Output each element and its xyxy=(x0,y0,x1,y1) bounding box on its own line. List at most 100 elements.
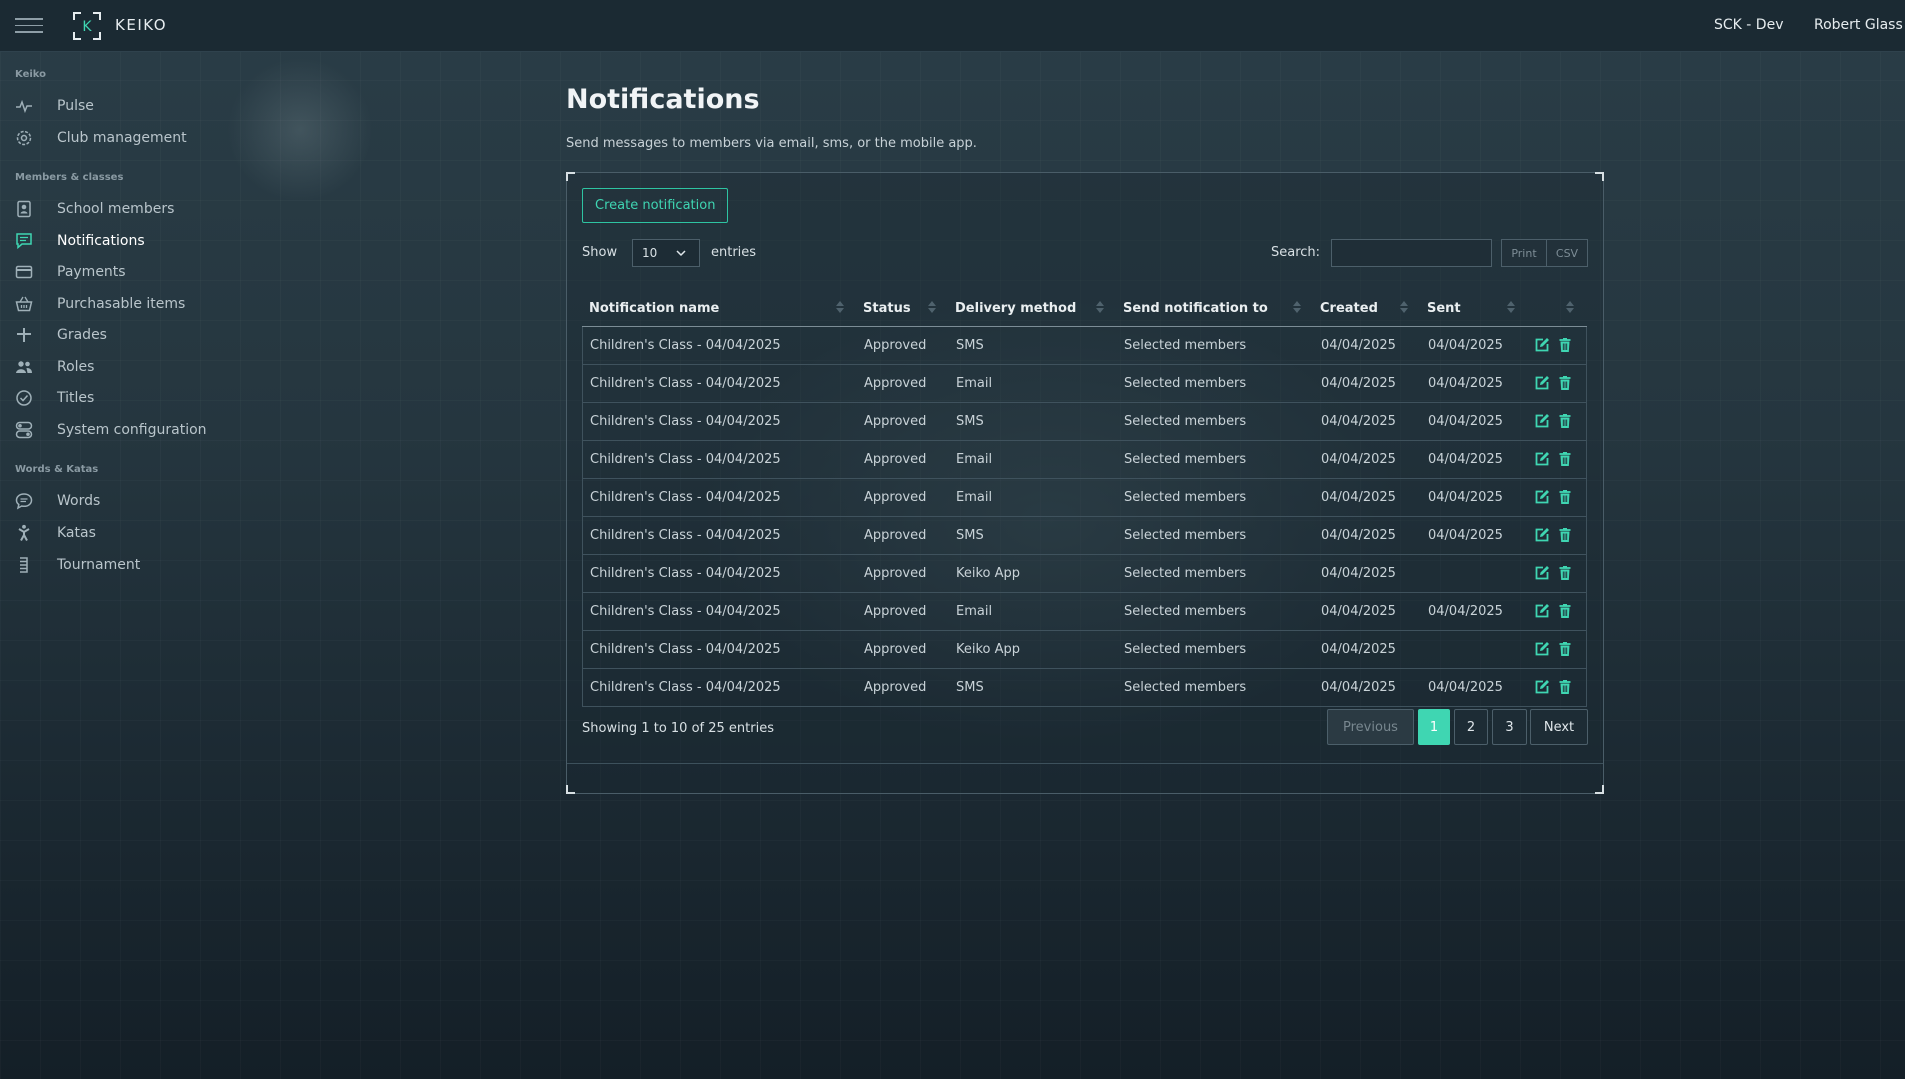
trash-icon[interactable] xyxy=(1557,603,1573,619)
user-menu[interactable]: Robert Glass xyxy=(1814,17,1903,33)
corner-bracket xyxy=(1595,785,1604,794)
sidebar-item-label: Katas xyxy=(57,525,96,541)
sidebar-item-notifications[interactable]: Notifications xyxy=(15,228,145,254)
trash-icon[interactable] xyxy=(1557,413,1573,429)
sidebar-item-label: Tournament xyxy=(57,557,141,573)
search-label: Search: xyxy=(1271,245,1321,260)
table-row: Children's Class - 04/04/2025 Approved Kei… xyxy=(583,631,1586,669)
column-header-sent[interactable]: Sent xyxy=(1427,301,1461,316)
sort-icon[interactable] xyxy=(836,299,844,315)
cell-sent: 04/04/2025 xyxy=(1428,452,1503,467)
cell-send-to: Selected members xyxy=(1124,376,1247,391)
sidebar-item-school-members[interactable]: School members xyxy=(15,196,174,222)
table-row: Children's Class - 04/04/2025 Approved SMS… xyxy=(583,669,1586,707)
cell-sent: 04/04/2025 xyxy=(1428,604,1503,619)
page-button-1[interactable]: 1 xyxy=(1418,709,1450,745)
basket-icon xyxy=(15,294,41,314)
column-header-status[interactable]: Status xyxy=(863,301,911,316)
trash-icon[interactable] xyxy=(1557,337,1573,353)
top-bar: K KEIKO SCK - Dev Robert Glass xyxy=(0,0,1905,52)
sidebar-item-label: Purchasable items xyxy=(57,296,186,312)
sort-icon[interactable] xyxy=(1293,299,1301,315)
sidebar-item-label: System configuration xyxy=(57,422,207,438)
edit-icon[interactable] xyxy=(1534,603,1550,619)
hamburger-menu-icon[interactable] xyxy=(15,18,43,34)
sidebar-item-purchasable-items[interactable]: Purchasable items xyxy=(15,291,185,317)
edit-icon[interactable] xyxy=(1534,489,1550,505)
sidebar-item-payments[interactable]: Payments xyxy=(15,259,126,285)
cell-status: Approved xyxy=(864,642,927,657)
edit-icon[interactable] xyxy=(1534,451,1550,467)
trash-icon[interactable] xyxy=(1557,679,1573,695)
cell-created: 04/04/2025 xyxy=(1321,642,1396,657)
page-length-select[interactable]: 10 xyxy=(632,239,700,267)
trash-icon[interactable] xyxy=(1557,641,1573,657)
edit-icon[interactable] xyxy=(1534,641,1550,657)
table-row: Children's Class - 04/04/2025 Approved Kei… xyxy=(583,555,1586,593)
sidebar-item-label: Grades xyxy=(57,327,107,343)
sidebar-section-title: Words & Katas xyxy=(15,464,99,475)
sidebar-item-pulse[interactable]: Pulse xyxy=(15,93,94,119)
page-button-2[interactable]: 2 xyxy=(1454,709,1488,745)
column-header-delivery-method[interactable]: Delivery method xyxy=(955,301,1076,316)
table-info: Showing 1 to 10 of 25 entries xyxy=(582,721,774,736)
cell-notification-name: Children's Class - 04/04/2025 xyxy=(590,566,781,581)
column-header-created[interactable]: Created xyxy=(1320,301,1378,316)
cell-notification-name: Children's Class - 04/04/2025 xyxy=(590,604,781,619)
cell-status: Approved xyxy=(864,452,927,467)
sort-icon[interactable] xyxy=(1096,299,1104,315)
search-input[interactable] xyxy=(1331,239,1492,267)
gear-icon xyxy=(15,128,41,148)
cell-created: 04/04/2025 xyxy=(1321,376,1396,391)
previous-page-button[interactable]: Previous xyxy=(1327,709,1414,745)
trash-icon[interactable] xyxy=(1557,375,1573,391)
cell-send-to: Selected members xyxy=(1124,490,1247,505)
edit-icon[interactable] xyxy=(1534,337,1550,353)
keiko-logo[interactable]: K xyxy=(73,12,101,40)
trash-icon[interactable] xyxy=(1557,565,1573,581)
check-circle-icon xyxy=(15,388,41,408)
column-header-notification-name[interactable]: Notification name xyxy=(589,301,719,316)
sort-icon[interactable] xyxy=(1566,299,1574,315)
print-button[interactable]: Print xyxy=(1501,239,1547,267)
column-header-send-to[interactable]: Send notification to xyxy=(1123,301,1268,316)
sidebar-item-roles[interactable]: Roles xyxy=(15,354,94,380)
sidebar-item-label: School members xyxy=(57,201,175,217)
page-description: Send messages to members via email, sms,… xyxy=(566,136,977,151)
sidebar-item-katas[interactable]: Katas xyxy=(15,520,96,546)
page-length-value: 10 xyxy=(642,246,658,260)
sort-icon[interactable] xyxy=(928,299,936,315)
cell-status: Approved xyxy=(864,528,927,543)
create-notification-button[interactable]: Create notification xyxy=(582,188,729,223)
cell-send-to: Selected members xyxy=(1124,680,1247,695)
trash-icon[interactable] xyxy=(1557,527,1573,543)
next-page-button[interactable]: Next xyxy=(1530,709,1588,745)
sidebar-item-grades[interactable]: Grades xyxy=(15,322,107,348)
csv-button[interactable]: CSV xyxy=(1546,239,1588,267)
edit-icon[interactable] xyxy=(1534,679,1550,695)
cell-created: 04/04/2025 xyxy=(1321,490,1396,505)
sidebar-item-label: Payments xyxy=(57,264,126,280)
cell-status: Approved xyxy=(864,566,927,581)
trash-icon[interactable] xyxy=(1557,489,1573,505)
edit-icon[interactable] xyxy=(1534,413,1550,429)
page-button-3[interactable]: 3 xyxy=(1492,709,1527,745)
sort-icon[interactable] xyxy=(1507,299,1515,315)
users-icon xyxy=(15,357,41,377)
sidebar-item-club-management[interactable]: Club management xyxy=(15,125,187,151)
sort-icon[interactable] xyxy=(1400,299,1408,315)
sidebar-item-system-configuration[interactable]: System configuration xyxy=(15,417,207,443)
pulse-icon xyxy=(15,96,41,116)
sidebar-item-tournament[interactable]: Tournament xyxy=(15,552,140,578)
sidebar-item-titles[interactable]: Titles xyxy=(15,385,94,411)
trash-icon[interactable] xyxy=(1557,451,1573,467)
table-row: Children's Class - 04/04/2025 Approved SMS… xyxy=(583,517,1586,555)
edit-icon[interactable] xyxy=(1534,527,1550,543)
org-selector[interactable]: SCK - Dev xyxy=(1714,17,1783,33)
edit-icon[interactable] xyxy=(1534,375,1550,391)
cell-notification-name: Children's Class - 04/04/2025 xyxy=(590,680,781,695)
page-title: Notifications xyxy=(566,84,760,115)
edit-icon[interactable] xyxy=(1534,565,1550,581)
sidebar-item-words[interactable]: Words xyxy=(15,488,100,514)
id-badge-icon xyxy=(15,199,41,219)
